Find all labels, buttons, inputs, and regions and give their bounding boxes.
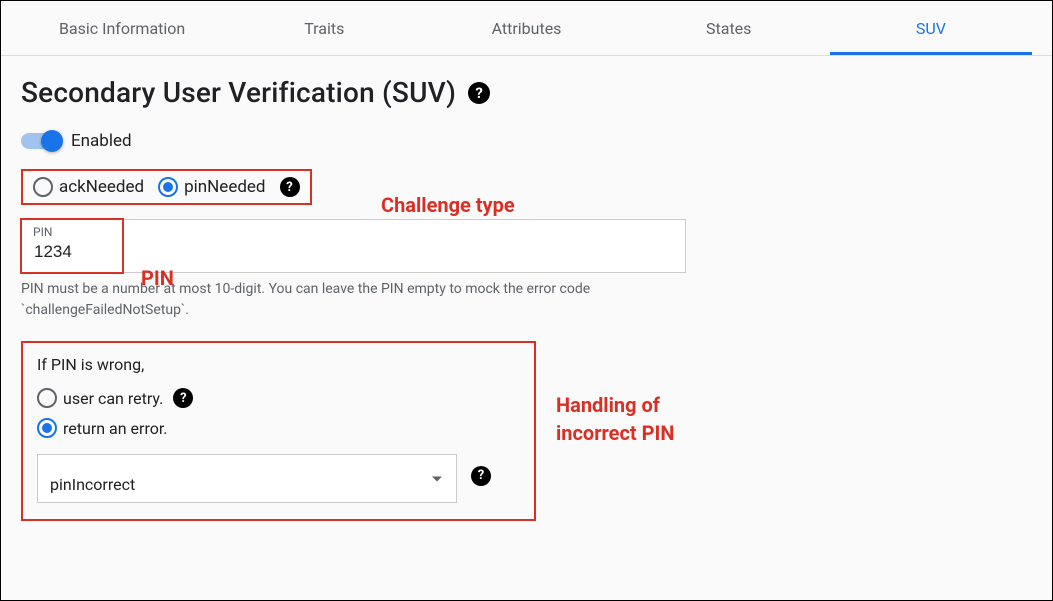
challenge-type-group: ackNeeded pinNeeded ?: [21, 169, 312, 205]
tabs-bar: Basic Information Traits Attributes Stat…: [1, 1, 1052, 56]
radio-user-can-retry-label: user can retry.: [63, 389, 163, 408]
tab-basic-information[interactable]: Basic Information: [21, 1, 223, 55]
radio-ackneeded[interactable]: ackNeeded: [33, 177, 144, 197]
help-icon[interactable]: ?: [471, 466, 491, 486]
annotation-pin: PIN: [141, 266, 174, 290]
radio-user-can-retry[interactable]: user can retry.: [37, 388, 163, 408]
annotation-challenge-type: Challenge type: [381, 193, 515, 217]
radio-return-error-label: return an error.: [63, 419, 168, 438]
help-icon[interactable]: ?: [468, 82, 490, 104]
error-select-value: pinIncorrect: [50, 475, 135, 494]
tab-traits[interactable]: Traits: [223, 1, 425, 55]
wrong-pin-box: If PIN is wrong, user can retry. ? retur…: [21, 341, 536, 521]
pin-helper-text: PIN must be a number at most 10-digit. Y…: [21, 279, 686, 321]
help-icon[interactable]: ?: [280, 177, 300, 197]
tab-suv[interactable]: SUV: [830, 1, 1032, 55]
wrong-pin-prompt: If PIN is wrong,: [37, 355, 520, 374]
enabled-label: Enabled: [71, 131, 132, 151]
radio-pinneeded[interactable]: pinNeeded: [158, 177, 265, 197]
chevron-down-icon: [432, 476, 442, 481]
help-icon[interactable]: ?: [173, 388, 193, 408]
tab-states[interactable]: States: [628, 1, 830, 55]
pin-input[interactable]: [21, 219, 686, 273]
error-select[interactable]: Error pinIncorrect: [37, 454, 457, 503]
radio-pinneeded-label: pinNeeded: [184, 177, 265, 197]
radio-ackneeded-label: ackNeeded: [59, 177, 144, 197]
tab-attributes[interactable]: Attributes: [425, 1, 627, 55]
radio-return-error[interactable]: return an error.: [37, 418, 168, 438]
enabled-toggle[interactable]: [21, 133, 61, 149]
page-title: Secondary User Verification (SUV): [21, 76, 456, 109]
annotation-handling: Handling of incorrect PIN: [556, 391, 675, 447]
pin-field-label: PIN: [33, 225, 52, 239]
